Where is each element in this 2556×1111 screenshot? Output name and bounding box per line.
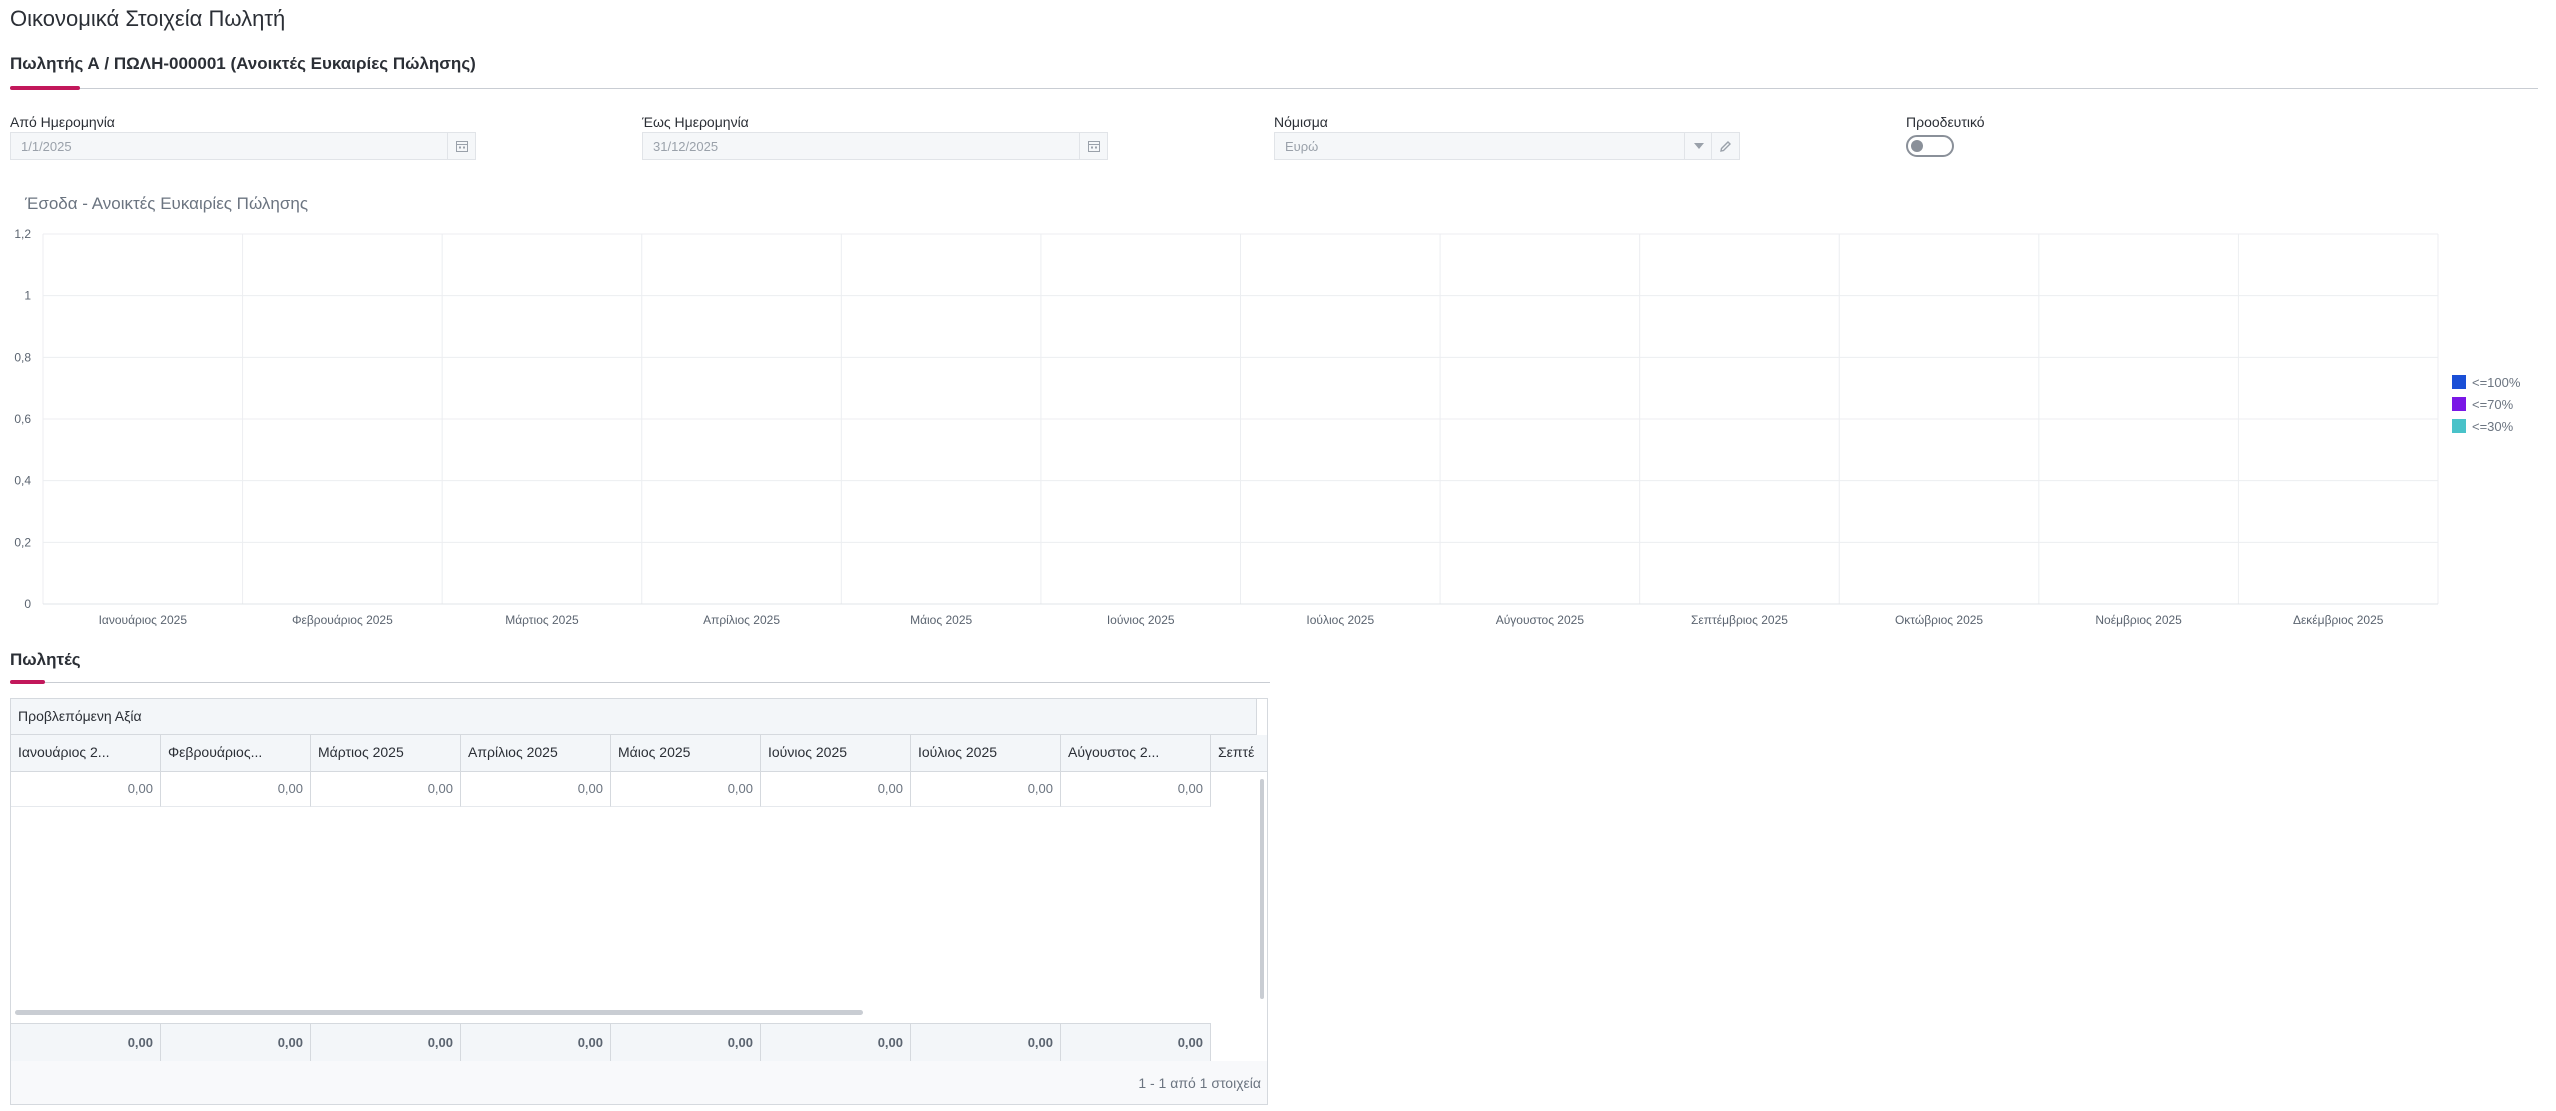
total-cell: 0,00 [611,1024,761,1062]
column-header[interactable]: Μάρτιος 2025 [311,735,461,771]
y-tick-label: 0,6 [14,412,31,426]
section-accent [10,86,80,90]
column-header[interactable]: Ιούλιος 2025 [911,735,1061,771]
legend-item[interactable]: <=70% [2452,393,2520,415]
y-tick-label: 0,2 [14,535,31,549]
legend-swatch [2452,397,2466,411]
total-cell: 0,00 [1061,1024,1211,1062]
column-header[interactable]: Φεβρουάριος... [161,735,311,771]
grid-group-header: Προβλεπόμενη Αξία [11,699,1257,735]
column-header[interactable]: Μάιος 2025 [611,735,761,771]
table-row[interactable]: 0,00 0,00 0,00 0,00 0,00 0,00 0,00 0,00 [11,771,1211,807]
table-cell[interactable]: 0,00 [311,771,461,807]
x-tick-label: Απρίλιος 2025 [703,613,780,627]
calendar-icon[interactable] [1079,133,1107,159]
revenue-chart: 1,2 1 0,8 0,6 0,4 0,2 0 Ιανουάριος 2025 Φεβρουάρ… [14,227,2439,627]
x-tick-label: Δεκέμβριος 2025 [2293,613,2384,627]
section-divider [10,88,2538,89]
total-cell: 0,00 [911,1024,1061,1062]
column-header[interactable]: Απρίλιος 2025 [461,735,611,771]
to-date-field[interactable]: 31/12/2025 [642,132,1108,160]
column-header[interactable]: Ιανουάριος 2... [11,735,161,771]
total-cell: 0,00 [461,1024,611,1062]
pager-info: 1 - 1 από 1 στοιχεία [1138,1075,1261,1091]
y-tick-label: 0,4 [14,474,31,488]
total-cell: 0,00 [161,1024,311,1062]
vertical-scrollbar[interactable] [1260,779,1264,999]
section-divider [10,682,1270,683]
x-tick-label: Μάιος 2025 [910,613,972,627]
from-date-field[interactable]: 1/1/2025 [10,132,476,160]
x-tick-label: Οκτώβριος 2025 [1895,613,1983,627]
chart-legend: <=100% <=70% <=30% [2452,371,2520,437]
total-cell: 0,00 [311,1024,461,1062]
sellers-grid[interactable]: Προβλεπόμενη Αξία Ιανουάριος 2... Φεβρουά… [10,698,1268,1105]
column-header[interactable]: Αύγουστος 2... [1061,735,1211,771]
x-tick-label: Ιούλιος 2025 [1306,613,1374,627]
table-cell[interactable]: 0,00 [1061,771,1211,807]
section-accent [10,680,45,684]
y-tick-label: 1,2 [14,227,31,241]
grid-totals-row: 0,00 0,00 0,00 0,00 0,00 0,00 0,00 0,00 [11,1023,1211,1063]
currency-select[interactable]: Ευρώ [1274,132,1740,160]
seller-section-title: Πωλητής Α / ΠΩΛΗ-000001 (Ανοικτές Ευκαιρ… [10,54,476,73]
legend-label: <=100% [2472,374,2521,390]
table-cell[interactable]: 0,00 [461,771,611,807]
currency-label: Νόμισμα [1274,114,1328,130]
grid-header-row: Ιανουάριος 2... Φεβρουάριος... Μάρτιος 202… [11,735,1267,772]
table-cell[interactable]: 0,00 [761,771,911,807]
legend-item[interactable]: <=30% [2452,415,2520,437]
table-cell[interactable]: 0,00 [11,771,161,807]
x-tick-label: Μάρτιος 2025 [505,613,579,627]
x-tick-label: Αύγουστος 2025 [1496,613,1585,627]
toggle-knob [1911,140,1923,152]
column-header[interactable]: Ιούνιος 2025 [761,735,911,771]
x-tick-label: Ιανουάριος 2025 [99,613,188,627]
chevron-down-icon[interactable] [1684,133,1712,159]
progressive-label: Προοδευτικό [1906,114,1985,130]
x-tick-label: Σεπτέμβριος 2025 [1691,613,1788,627]
x-tick-label: Νοέμβριος 2025 [2095,613,2182,627]
to-date-value: 31/12/2025 [653,139,719,154]
from-date-value: 1/1/2025 [21,139,72,154]
x-tick-label: Φεβρουάριος 2025 [292,613,393,627]
y-tick-label: 0,8 [14,350,31,364]
to-date-label: Έως Ημερομηνία [642,114,749,130]
legend-label: <=30% [2472,418,2514,434]
legend-item[interactable]: <=100% [2452,371,2520,393]
column-header[interactable]: Σεπτέ [1211,735,1267,771]
page-title: Οικονομικά Στοιχεία Πωλητή [10,6,286,31]
horizontal-scrollbar[interactable] [15,1010,863,1015]
pencil-icon[interactable] [1711,133,1739,159]
legend-swatch [2452,419,2466,433]
table-cell[interactable]: 0,00 [161,771,311,807]
progressive-toggle[interactable] [1906,135,1954,157]
table-cell[interactable]: 0,00 [611,771,761,807]
x-tick-label: Ιούνιος 2025 [1107,613,1175,627]
legend-label: <=70% [2472,396,2514,412]
currency-value: Ευρώ [1285,139,1319,154]
y-tick-label: 1 [24,289,31,303]
total-cell: 0,00 [11,1024,161,1062]
from-date-label: Από Ημερομηνία [10,114,115,130]
sellers-section-title: Πωλητές [10,650,81,669]
legend-swatch [2452,375,2466,389]
y-tick-label: 0 [24,597,31,611]
chart-title: Έσοδα - Ανοικτές Ευκαιρίες Πώλησης [25,194,309,213]
table-cell[interactable]: 0,00 [911,771,1061,807]
calendar-icon[interactable] [447,133,475,159]
grid-pager: 1 - 1 από 1 στοιχεία [11,1061,1267,1104]
total-cell: 0,00 [761,1024,911,1062]
